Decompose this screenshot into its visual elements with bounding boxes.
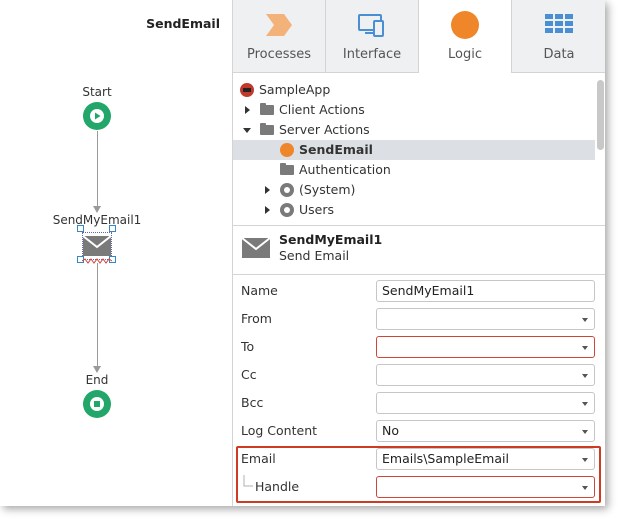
- from-dropdown[interactable]: [376, 308, 595, 330]
- log-content-dropdown[interactable]: No: [376, 420, 595, 442]
- property-row-name: Name SendMyEmail1: [233, 278, 605, 306]
- data-icon: [545, 14, 573, 33]
- chevron-down-icon: [582, 318, 588, 322]
- play-icon: [90, 109, 104, 123]
- email-node-label: SendMyEmail1: [52, 213, 142, 227]
- logic-icon: [451, 11, 479, 39]
- selection-handle[interactable]: [77, 225, 84, 232]
- bcc-dropdown[interactable]: [376, 392, 595, 414]
- tree-item-server-actions[interactable]: Server Actions: [233, 120, 595, 140]
- envelope-icon: [242, 237, 270, 258]
- stop-icon: [90, 397, 104, 411]
- property-row-log-content: Log Content No: [233, 418, 605, 446]
- expand-icon[interactable]: [245, 106, 250, 114]
- tab-processes[interactable]: Processes: [233, 0, 326, 72]
- tree-root[interactable]: SampleApp: [233, 80, 595, 100]
- property-row-from: From: [233, 306, 605, 334]
- processes-icon: [266, 14, 292, 36]
- app-icon: [240, 83, 254, 97]
- property-row-cc: Cc: [233, 362, 605, 390]
- tab-logic[interactable]: Logic: [419, 0, 512, 73]
- connector-arrow: [93, 206, 101, 213]
- expand-icon[interactable]: [265, 186, 270, 194]
- name-field[interactable]: SendMyEmail1: [376, 280, 595, 302]
- selection-handle[interactable]: [109, 225, 116, 232]
- to-dropdown[interactable]: [376, 336, 595, 358]
- flow-canvas[interactable]: SendEmail Start SendMyEmail1 End: [0, 0, 232, 506]
- property-row-to: To: [233, 334, 605, 362]
- element-tree: SampleApp Client Actions Server Actions …: [233, 73, 605, 226]
- tree-item-authentication[interactable]: Authentication: [233, 160, 595, 180]
- selected-element-type: Send Email: [279, 248, 350, 263]
- app-window: SendEmail Start SendMyEmail1 End Process…: [0, 0, 605, 506]
- envelope-icon: [83, 235, 111, 256]
- connector-line: [97, 131, 98, 207]
- start-node-label: Start: [82, 85, 112, 99]
- start-node[interactable]: [83, 102, 111, 130]
- tab-bar: Processes Interface Logic Data: [233, 0, 605, 73]
- folder-icon: [280, 163, 294, 175]
- action-icon: [280, 143, 294, 157]
- tree-scrollbar[interactable]: [597, 80, 604, 150]
- chevron-down-icon: [582, 430, 588, 434]
- chevron-down-icon: [582, 402, 588, 406]
- tree-item-users[interactable]: Users: [233, 200, 595, 220]
- chevron-down-icon: [582, 346, 588, 350]
- folder-icon: [260, 103, 274, 115]
- tree-item-client-actions[interactable]: Client Actions: [233, 100, 595, 120]
- tree-item-sendemail[interactable]: SendEmail: [233, 140, 595, 160]
- divider: [233, 274, 605, 275]
- expand-icon[interactable]: [265, 206, 270, 214]
- module-icon: [280, 183, 294, 197]
- properties-header: SendMyEmail1 Send Email: [233, 226, 605, 274]
- module-icon: [280, 203, 294, 217]
- highlight-box: [236, 446, 601, 503]
- folder-open-icon: [260, 123, 274, 135]
- connector-arrow: [93, 366, 101, 373]
- collapse-icon[interactable]: [243, 128, 251, 133]
- connector-line: [97, 263, 98, 367]
- chevron-down-icon: [582, 374, 588, 378]
- property-row-bcc: Bcc: [233, 390, 605, 418]
- tree-item-system[interactable]: (System): [233, 180, 595, 200]
- flow-title: SendEmail: [146, 16, 220, 31]
- end-node-label: End: [85, 373, 109, 387]
- selected-element-name: SendMyEmail1: [279, 232, 383, 247]
- send-email-node[interactable]: [82, 232, 112, 260]
- tab-data[interactable]: Data: [512, 0, 605, 72]
- end-node[interactable]: [83, 390, 111, 418]
- right-panel: Processes Interface Logic Data SampleApp…: [232, 0, 605, 506]
- interface-icon: [358, 14, 384, 37]
- tab-interface[interactable]: Interface: [326, 0, 419, 72]
- cc-dropdown[interactable]: [376, 364, 595, 386]
